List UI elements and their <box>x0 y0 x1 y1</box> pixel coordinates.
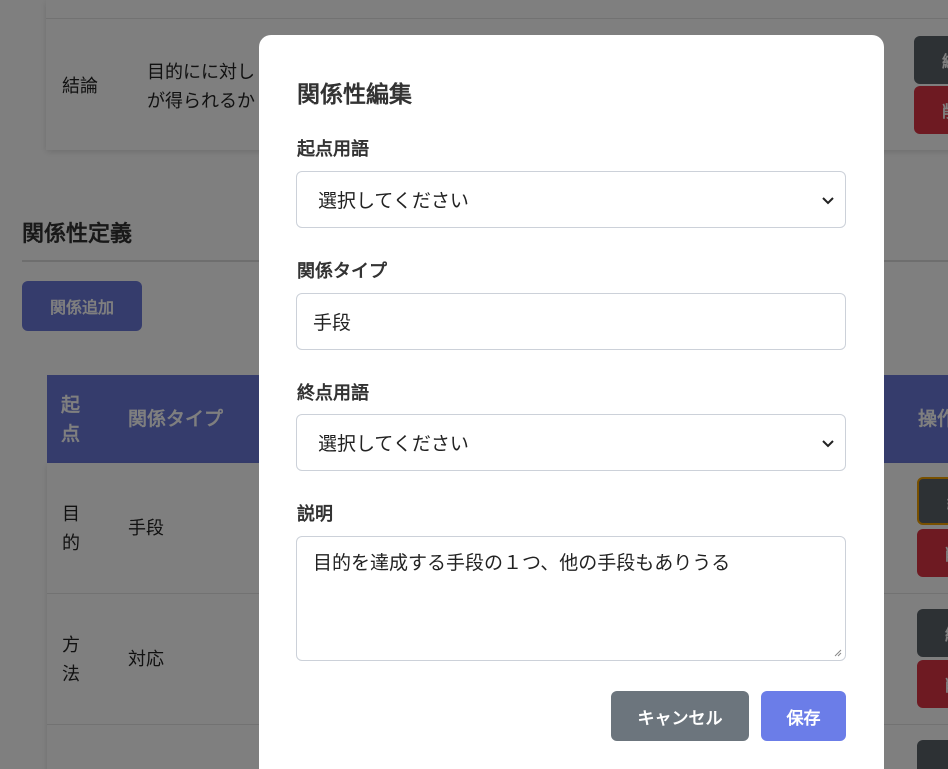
save-button[interactable]: 保存 <box>761 691 846 741</box>
relation-type-value: 手段 <box>313 312 352 334</box>
start-term-selected-value: 選択してください <box>318 190 469 212</box>
end-term-label: 終点用語 <box>297 383 369 404</box>
description-label: 説明 <box>297 504 333 525</box>
resize-grip-icon[interactable] <box>832 647 842 657</box>
end-term-select[interactable]: 選択してください <box>296 414 846 471</box>
page: 結論 目的にに対し が得られるか 編 削 関係性定義 関係追加 起点 関係タイプ… <box>0 0 948 769</box>
start-term-label: 起点用語 <box>297 139 369 160</box>
description-value: 目的を達成する手段の１つ、他の手段もありうる <box>313 552 731 574</box>
chevron-down-icon <box>822 439 834 447</box>
edit-relation-modal: 関係性編集 起点用語 選択してください 関係タイプ 手段 終点用語 選択してくだ… <box>259 35 884 769</box>
chevron-down-icon <box>822 196 834 204</box>
description-textarea[interactable]: 目的を達成する手段の１つ、他の手段もありうる <box>296 536 846 661</box>
relation-type-input[interactable]: 手段 <box>296 293 846 350</box>
end-term-selected-value: 選択してください <box>318 433 469 455</box>
start-term-select[interactable]: 選択してください <box>296 171 846 228</box>
cancel-button[interactable]: キャンセル <box>611 691 749 741</box>
modal-title: 関係性編集 <box>297 82 412 108</box>
relation-type-label: 関係タイプ <box>297 261 387 282</box>
